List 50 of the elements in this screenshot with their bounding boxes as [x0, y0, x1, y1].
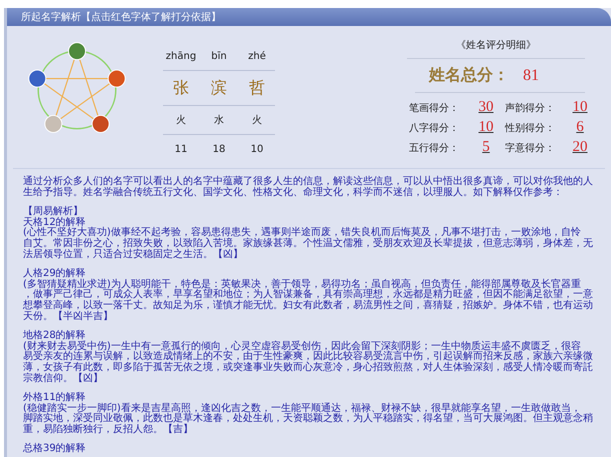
explanation-text: 脚踏实地，深受同业敬佩，此数也是草木逢春，处处生机，天资聪颖之数，为人平稳踏实，得名望，当可大展鸿图。但主观意念稍 [23, 414, 594, 424]
score-label: 五行得分： [409, 142, 460, 154]
intro-text: 通过分析众多人们的名字可以看出人的名字中蕴藏了很多人生的信息，解读这些信息，可以从中悟出很多真谛，可以对你我他的人 [23, 177, 594, 187]
score-link[interactable]: 6 [565, 119, 595, 136]
name-character: 哲 [248, 78, 266, 98]
explanation-text: (心性不坚好大喜功)做事经不起考验，容易患得患失，遇事则半途而废，错失良机而后悔莫及，凡事不堪打击，一败涂地，自怜 [23, 228, 582, 238]
score-link[interactable]: 10 [565, 99, 595, 116]
section-title: 地格28的解释 [23, 331, 86, 342]
explanation-text: 易受亲友的连累与误解，以致造成情绪上的不安，由于生性豪爽，因此比较容易受流言中伤，引起误解而招来反感，家族六亲缘微 [23, 352, 594, 362]
element-text: 水 [213, 114, 225, 127]
section-title: 外格11的解释 [23, 393, 86, 404]
explanation-text: (财来财去易受中伤)一生中有一意孤行的倾向，心灵空虚容易受创伤，因此会留下深刻阴影；一生中物质运丰盛不虞匮乏，很容 [23, 342, 581, 352]
score-link[interactable]: 10 [467, 119, 505, 136]
section-title: 天格12的解释 [23, 218, 86, 228]
pinyin-text: zhāng [164, 50, 198, 62]
stroke-count: 10 [250, 144, 264, 154]
element-text: 火 [251, 114, 263, 127]
score-label: 性别得分： [505, 122, 556, 134]
pinyin-text: zhé [247, 50, 267, 62]
explanation-text: 重，易陷独断独行，反招人怨。【吉】 [23, 424, 194, 436]
score-link[interactable]: 20 [565, 139, 595, 156]
score-label: 声韵得分： [505, 102, 556, 114]
pinyin-text: bīn [210, 50, 228, 62]
score-link[interactable]: 5 [467, 139, 505, 156]
stroke-count: 11 [174, 144, 188, 154]
score-label: 八字得分： [409, 122, 460, 134]
name-character: 滨 [210, 78, 228, 98]
explanation-text: (稳健踏实一步一脚印)看来是吉星高照，逢凶化吉之数，一生能平顺通达，福禄、财禄不缺，很早就能享名望，一生敢做敢当， [23, 404, 581, 414]
stroke-count: 18 [212, 144, 226, 154]
intro-text: 生给予指导。姓名学融合传统五行文化、国学文化、性格文化、命理文化，科学而不迷信，以理服人。如下解释仅作参考： [23, 188, 564, 198]
window-title: 所起名字解析【点击红色字体了解打分依据】 [21, 10, 221, 24]
explanation-text: 宗教信仰。【凶】 [23, 374, 104, 384]
section-heading: 【周易解析】 [23, 207, 83, 218]
explanation-text: 自艾。常因非份之心，招致失败，以致陷入苦境。家族缘甚薄。个性温文儒雅，受朋友欢迎及长辈提拔，但意志薄弱，身体差，无 [23, 238, 594, 249]
section-title: 总格39的解释 [23, 444, 87, 456]
section-title: 人格29的解释 [23, 269, 86, 280]
explanation-text: (多智猜疑精业求进)为人聪明能干，特色是：英敏果决，善于领导，易得功名；虽自视高，但负责任，能得部属尊敬及长官器重 [23, 280, 582, 290]
explanation-text: 薄，女孩子有此数，即多陷于孤苦无依之境，或突逢事业失败而心灰意冷，身心招致煎熬，对人生体验深刻，感受人情冷暖而寄託 [23, 362, 594, 373]
name-character: 张 [172, 78, 190, 98]
total-label: 姓名总分： [429, 65, 509, 86]
total-score: 81 [523, 66, 539, 84]
element-text: 火 [175, 114, 187, 127]
score-label: 笔画得分： [409, 102, 460, 114]
explanation-text: ，做事严己律己，可成众人表率，早享名望和地位；为人智谋兼备，具有崇高理想，永远都是精力旺盛，但因不能满足欲望，一意 [23, 290, 594, 300]
explanation-text: 法居领导位置，只适合过安稳固定之生活。【凶】 [23, 250, 244, 260]
score-label: 字意得分： [505, 142, 556, 154]
score-heading: 《姓名评分明细》 [456, 40, 536, 51]
explanation-text: 天份。【半凶半吉】 [23, 312, 114, 322]
explanation-text: 想攀登高峰，以致一落千丈。故知足为乐，谨慎才能无忧。妇女有此数者，易流男性之间，喜猜疑，招嫉妒。身体不错，也有运动 [23, 300, 594, 311]
score-link[interactable]: 30 [467, 99, 505, 116]
